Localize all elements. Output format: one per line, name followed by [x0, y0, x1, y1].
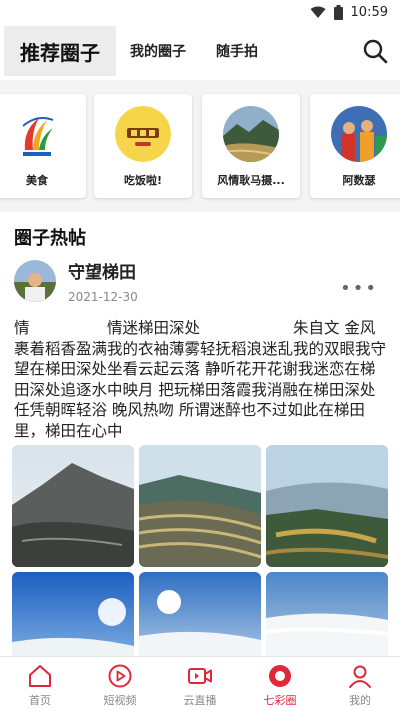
circle-card-ashuse[interactable]: 阿数瑟	[310, 94, 400, 198]
circle-icon	[269, 665, 291, 687]
post-author[interactable]: 守望梯田	[68, 258, 136, 283]
circle-card-gengma-photo[interactable]: 风情耿马摄...	[202, 94, 300, 198]
person-icon	[349, 665, 371, 688]
status-bar: 10:59	[0, 0, 400, 24]
nav-live[interactable]: 云直播	[160, 657, 240, 711]
post-text[interactable]: 情 情迷梯田深处 朱自文 金风裹着稻香盈满我的衣袖薄雾轻抚稻浪迷乱我的双眼我守望…	[14, 318, 388, 441]
top-tab-bar: 推荐圈子 我的圈子 随手拍	[0, 24, 400, 78]
nav-mine[interactable]: 我的	[320, 657, 400, 711]
bottom-nav: 首页 短视频 云直播 七彩圈 我的	[0, 656, 400, 711]
section-title-hot-posts: 圈子热帖	[14, 228, 86, 249]
nav-label: 我的	[349, 694, 371, 707]
battery-icon	[333, 4, 343, 20]
nav-label: 首页	[29, 694, 51, 707]
live-camera-icon	[188, 668, 212, 684]
nav-colorful-circle[interactable]: 七彩圈	[240, 657, 320, 711]
play-icon	[108, 664, 132, 688]
nav-short-video[interactable]: 短视频	[80, 657, 160, 711]
tab-my-circles[interactable]: 我的圈子	[130, 41, 186, 61]
circle-name: 阿数瑟	[342, 174, 376, 187]
circle-name: 风情耿马摄...	[217, 174, 285, 187]
avatar[interactable]	[14, 260, 56, 302]
nav-label: 短视频	[103, 694, 137, 707]
circle-carousel: 美食 吃饭啦! 风情耿马摄... 阿数瑟	[0, 80, 400, 212]
nav-label: 云直播	[183, 694, 217, 707]
circle-logo-food	[9, 106, 65, 162]
home-icon	[29, 665, 51, 687]
circle-logo-ashuse	[331, 106, 387, 162]
circle-name: 吃饭啦!	[123, 174, 163, 187]
nav-home[interactable]: 首页	[0, 657, 80, 711]
search-icon[interactable]	[362, 38, 388, 64]
circle-card-eat[interactable]: 吃饭啦!	[94, 94, 192, 198]
circle-logo-gengma	[223, 106, 279, 162]
post-photo-3[interactable]	[266, 445, 388, 567]
circle-name: 美食	[26, 174, 48, 187]
status-time: 10:59	[350, 4, 388, 20]
more-options-icon[interactable]: •••	[340, 278, 378, 299]
tab-recommended-circles[interactable]: 推荐圈子	[4, 26, 116, 76]
post-date: 2021-12-30	[68, 290, 138, 304]
post-photo-1[interactable]	[12, 445, 134, 567]
wifi-icon	[310, 6, 326, 19]
nav-label: 七彩圈	[263, 694, 297, 707]
post-photo-2[interactable]	[139, 445, 261, 567]
circle-card-food[interactable]: 美食	[0, 94, 86, 198]
tab-snapshots[interactable]: 随手拍	[216, 41, 258, 61]
circle-logo-eat	[115, 106, 171, 162]
